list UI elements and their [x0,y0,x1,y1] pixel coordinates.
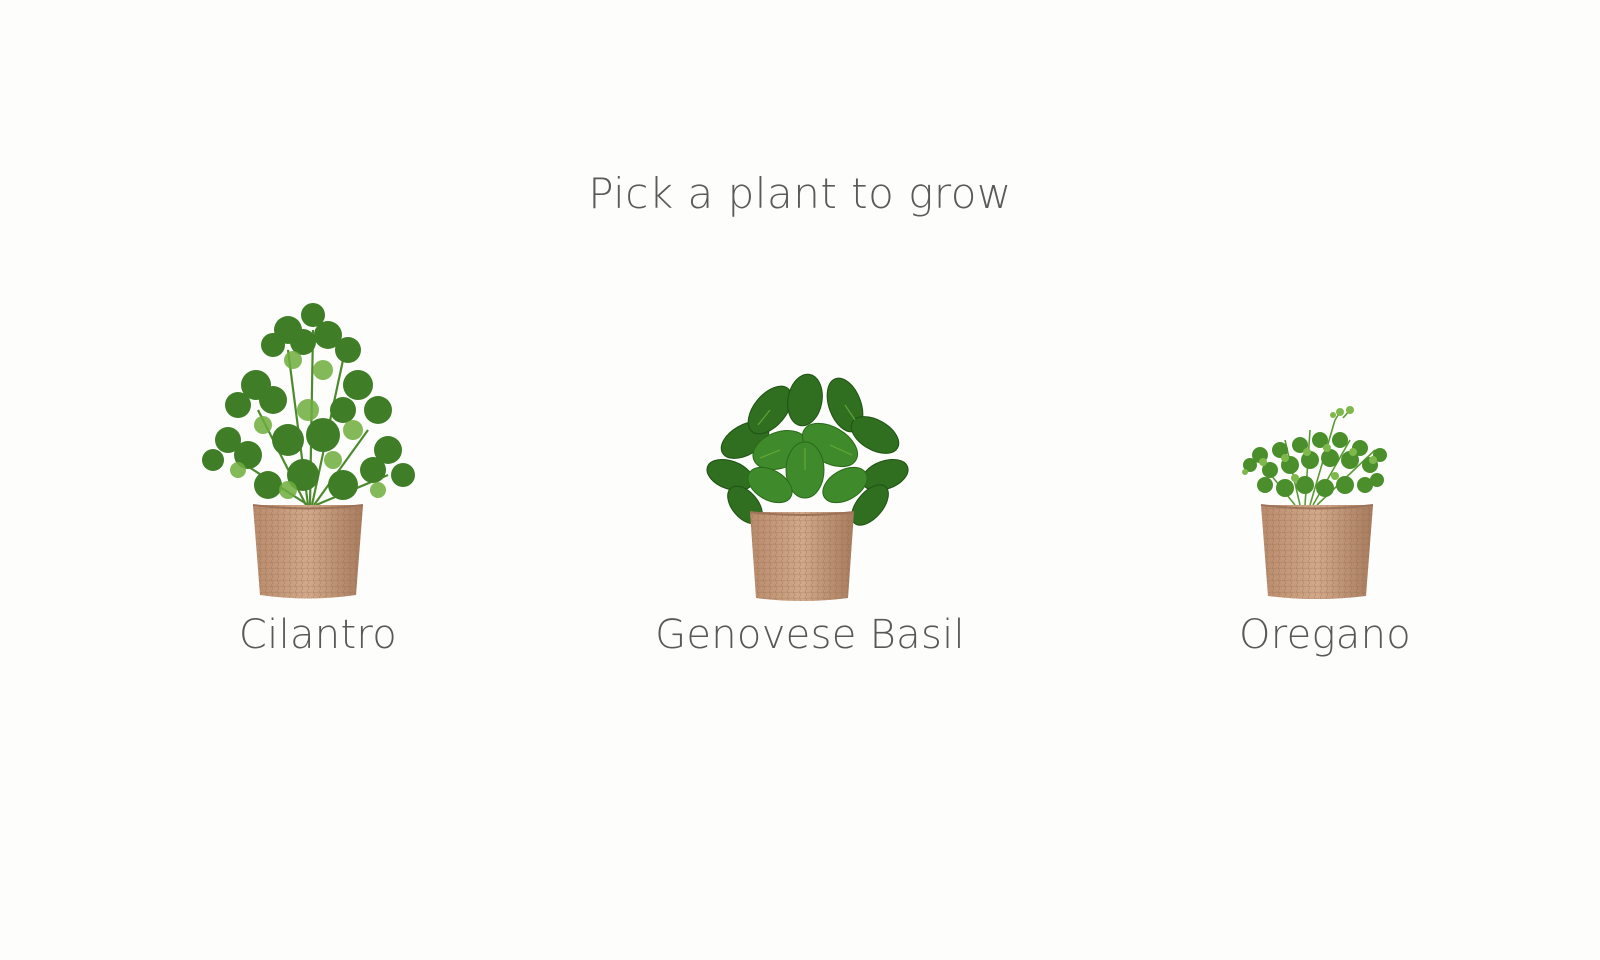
plant-name-cilantro: Cilantro [238,612,398,658]
plant-option-genovese-basil[interactable]: Genovese Basil [630,290,990,670]
plant-option-cilantro[interactable]: Cilantro [138,290,498,670]
oregano-plant-icon [1242,406,1387,599]
plant-name-oregano: Oregano [1238,612,1412,658]
basil-plant-icon [706,373,909,601]
plant-name-genovese-basil: Genovese Basil [655,612,965,658]
plant-option-oregano[interactable]: Oregano [1145,290,1505,670]
cilantro-plant-icon [202,303,415,599]
page-title: Pick a plant to grow [588,169,1012,218]
